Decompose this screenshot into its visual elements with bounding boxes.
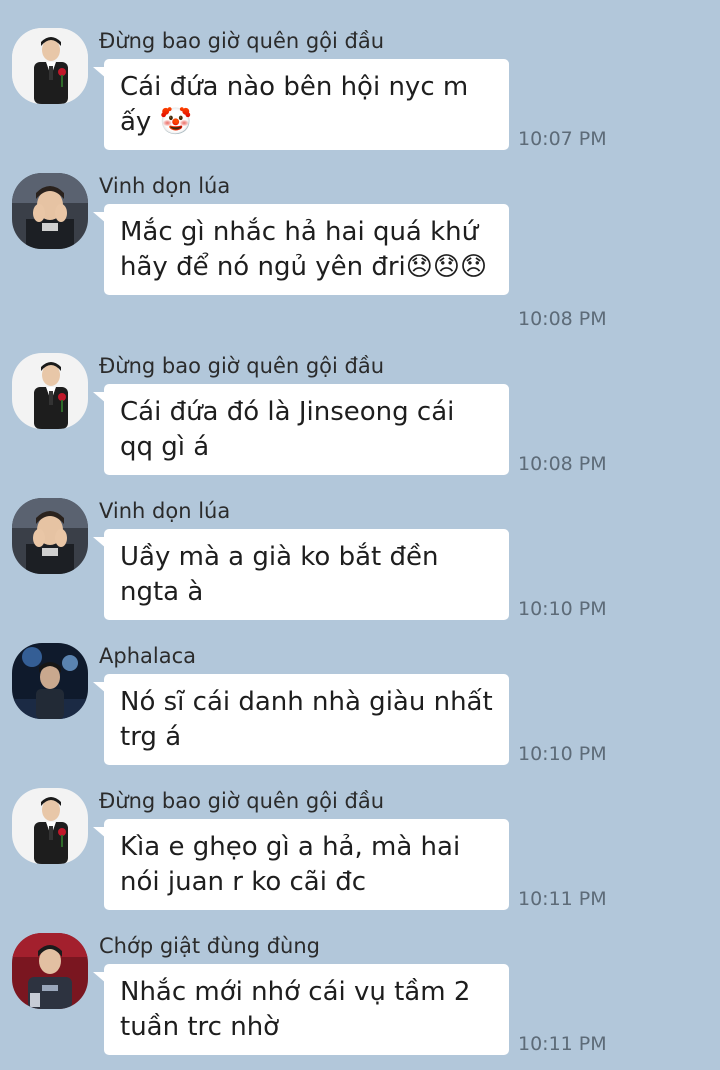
message-text: Kìa e ghẹo gì a hả, mà hai nói juan r ko…: [120, 832, 461, 897]
bubble-tail: [93, 972, 107, 984]
message-bubble[interactable]: Nhắc mới nhớ cái vụ tầm 2 tuần trc nhờ: [93, 964, 509, 1055]
player-on-stage-avatar: [12, 643, 88, 719]
sender-name: Đừng bao giờ quên gội đầu: [99, 789, 385, 813]
man-covering-face-avatar: [12, 173, 88, 249]
message-text: Cái đứa đó là Jinseong cái qq gì á: [120, 397, 455, 462]
message-bubble[interactable]: Mắc gì nhắc hả hai quá khứ hãy để nó ngủ…: [93, 204, 509, 295]
message-bubble[interactable]: Nó sĩ cái danh nhà giàu nhất trg á: [93, 674, 509, 765]
man-in-suit-holding-rose-avatar: [12, 28, 88, 104]
message-bubble[interactable]: Cái đứa đó là Jinseong cái qq gì á: [93, 384, 509, 475]
message-text: Mắc gì nhắc hả hai quá khứ hãy để nó ngủ…: [120, 217, 488, 282]
player-in-jersey-avatar: [12, 933, 88, 1009]
sender-name: Aphalaca: [99, 644, 196, 668]
avatar[interactable]: [12, 643, 88, 719]
sender-name: Đừng bao giờ quên gội đầu: [99, 29, 385, 53]
sender-name: Đừng bao giờ quên gội đầu: [99, 354, 385, 378]
sender-name: Chớp giật đùng đùng: [99, 934, 321, 958]
bubble-tail: [93, 682, 107, 694]
message-text: Nhắc mới nhớ cái vụ tầm 2 tuần trc nhờ: [120, 977, 471, 1042]
message-text: Cái đứa nào bên hội nyc m ấy 🤡: [120, 72, 469, 137]
bubble-tail: [93, 392, 107, 404]
message-time: 10:10 PM: [518, 598, 607, 620]
man-covering-face-avatar: [12, 498, 88, 574]
bubble-tail: [93, 67, 107, 79]
sender-name: Vinh dọn lúa: [99, 499, 231, 523]
avatar[interactable]: [12, 353, 88, 429]
avatar[interactable]: [12, 498, 88, 574]
message-time: 10:11 PM: [518, 1033, 607, 1055]
avatar[interactable]: [12, 788, 88, 864]
message-time: 10:07 PM: [518, 128, 607, 150]
message-bubble[interactable]: Kìa e ghẹo gì a hả, mà hai nói juan r ko…: [93, 819, 509, 910]
message-time: 10:11 PM: [518, 888, 607, 910]
message-time: 10:10 PM: [518, 743, 607, 765]
man-in-suit-holding-rose-avatar: [12, 353, 88, 429]
bubble-tail: [93, 827, 107, 839]
bubble-tail: [93, 212, 107, 224]
avatar[interactable]: [12, 933, 88, 1009]
message-time: 10:08 PM: [518, 453, 607, 475]
message-text: Uầy mà a già ko bắt đền ngta à: [120, 542, 439, 607]
man-in-suit-holding-rose-avatar: [12, 788, 88, 864]
message-text: Nó sĩ cái danh nhà giàu nhất trg á: [120, 687, 493, 752]
message-bubble[interactable]: Uầy mà a già ko bắt đền ngta à: [93, 529, 509, 620]
avatar[interactable]: [12, 28, 88, 104]
message-bubble[interactable]: Cái đứa nào bên hội nyc m ấy 🤡: [93, 59, 509, 150]
sender-name: Vinh dọn lúa: [99, 174, 231, 198]
message-time: 10:08 PM: [518, 308, 607, 330]
avatar[interactable]: [12, 173, 88, 249]
bubble-tail: [93, 537, 107, 549]
